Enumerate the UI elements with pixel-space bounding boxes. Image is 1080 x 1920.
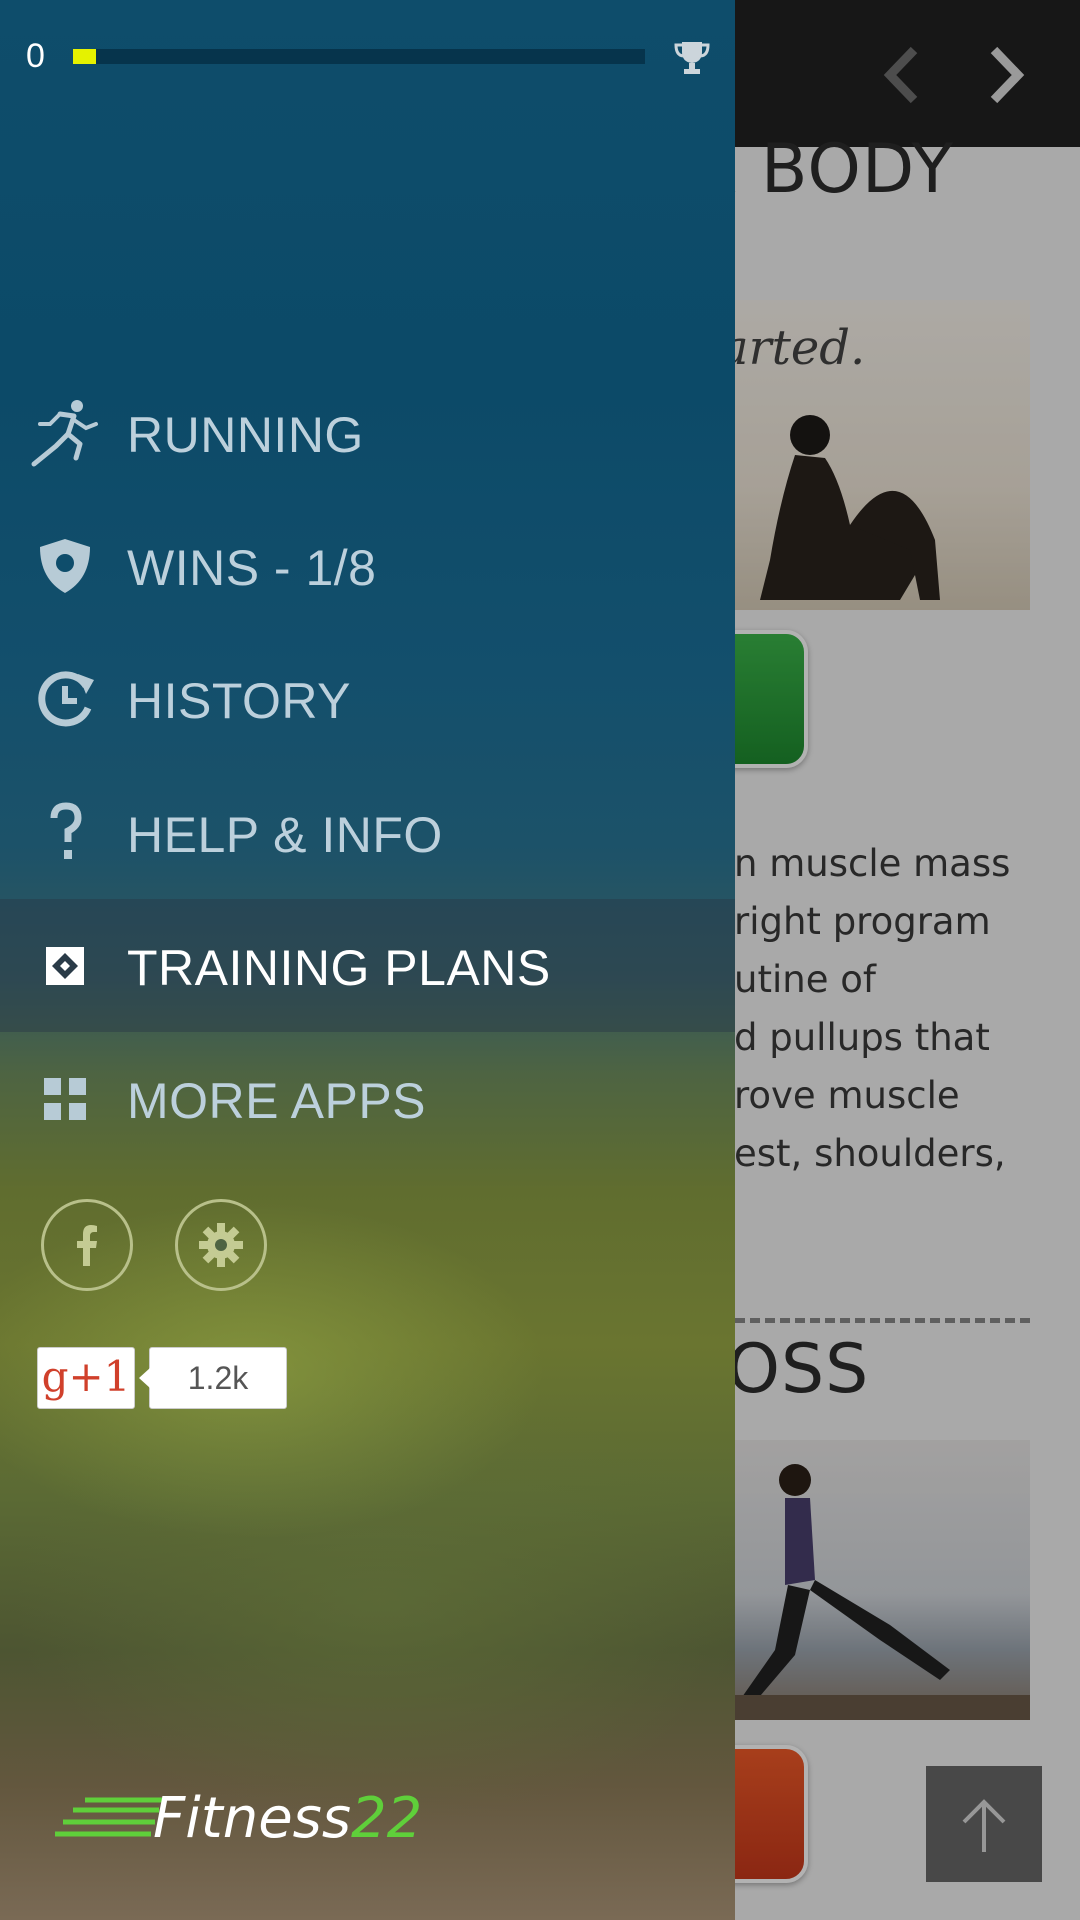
google-plus-one-button[interactable]: g+1	[37, 1347, 135, 1409]
menu-item-history[interactable]: HISTORY	[0, 632, 735, 765]
shield-icon	[30, 531, 100, 601]
menu-item-more-apps[interactable]: MORE APPS	[0, 1032, 735, 1165]
bubble-pointer	[139, 1368, 150, 1388]
google-plus-count-bubble: 1.2k	[139, 1347, 287, 1409]
grid-icon	[30, 1064, 100, 1134]
trophy-icon[interactable]	[672, 38, 712, 78]
settings-button[interactable]	[175, 1199, 267, 1291]
logo-number: 22	[351, 1786, 423, 1851]
menu-item-running[interactable]: RUNNING	[0, 366, 735, 499]
logo-word: Fitness	[153, 1786, 352, 1851]
google-plus-count: 1.2k	[187, 1360, 249, 1396]
google-plus-label: g+1	[41, 1352, 131, 1401]
menu-item-label: TRAINING PLANS	[127, 940, 551, 996]
menu-item-help[interactable]: HELP & INFO	[0, 766, 735, 899]
menu-item-label: MORE APPS	[127, 1073, 427, 1129]
fitness22-logo: Fitness22	[55, 1786, 425, 1851]
facebook-icon	[77, 1225, 97, 1266]
menu-item-label: WINS - 1/8	[127, 540, 377, 596]
runner-icon	[30, 398, 100, 468]
menu-item-label: HISTORY	[127, 673, 351, 729]
logo-text: Fitness22	[153, 1786, 422, 1851]
menu-item-training-plans[interactable]: TRAINING PLANS	[0, 899, 735, 1032]
gear-icon	[199, 1223, 243, 1267]
progress-bar	[73, 49, 645, 64]
speed-lines-icon	[55, 1797, 163, 1837]
menu-item-label: RUNNING	[127, 407, 364, 463]
facebook-button[interactable]	[41, 1199, 133, 1291]
training-plans-icon	[30, 931, 100, 1001]
navigation-drawer: 0 RUNNING WINS - 1/8 HISTORY HELP & INFO…	[0, 0, 735, 1920]
progress-fill	[73, 49, 96, 64]
question-icon	[30, 798, 100, 868]
progress-value: 0	[26, 37, 45, 75]
menu-item-label: HELP & INFO	[127, 807, 443, 863]
history-icon	[30, 664, 100, 734]
menu-item-wins[interactable]: WINS - 1/8	[0, 499, 735, 632]
